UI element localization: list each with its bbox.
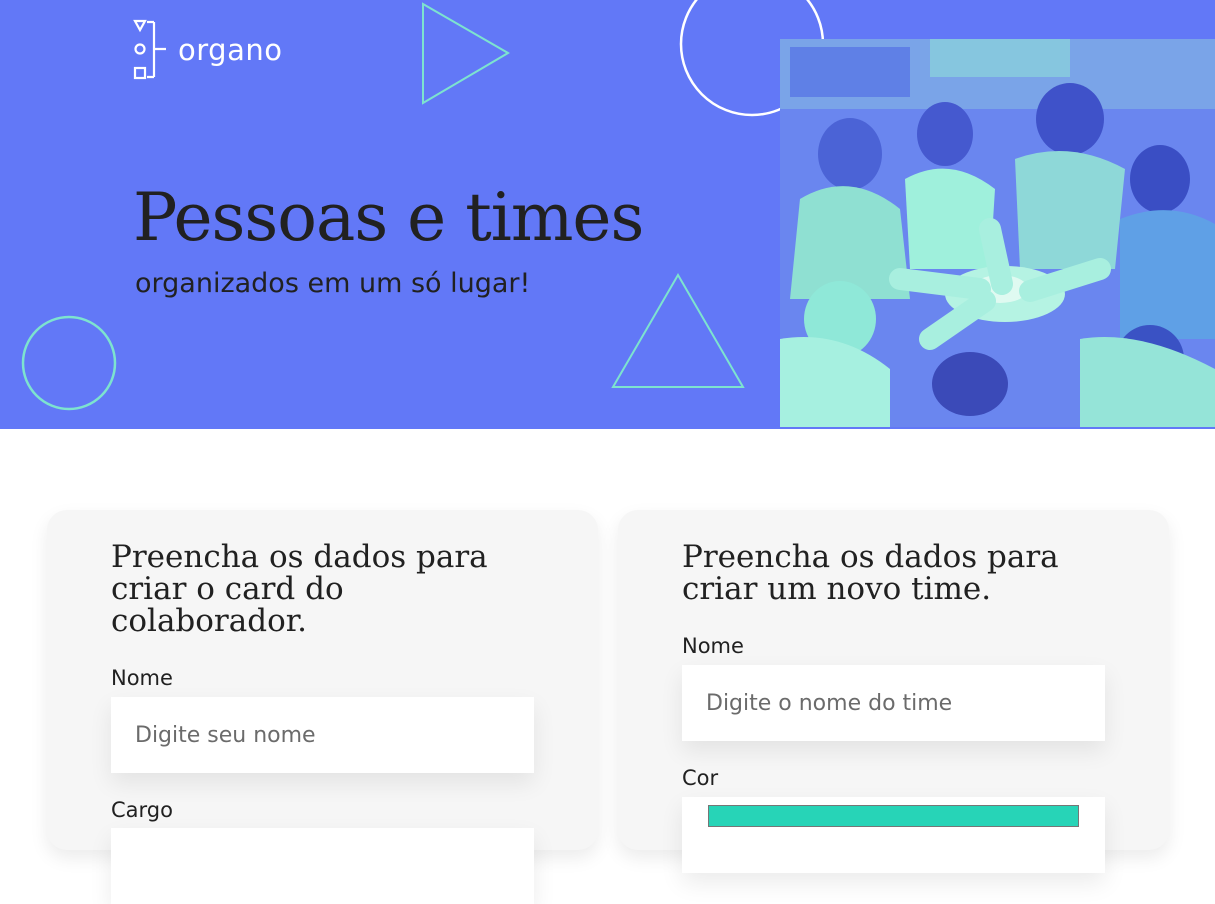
logo-text: organo (178, 33, 283, 67)
collaborator-form-title-line: Preencha os dados para (111, 539, 488, 575)
name-label: Nome (111, 666, 173, 690)
team-form-card: Preencha os dados para criar um novo tim… (618, 510, 1169, 873)
triangle-up-decoration (611, 273, 745, 388)
team-name-input[interactable] (682, 665, 1105, 741)
role-input[interactable] (111, 828, 534, 904)
hero-subtitle: organizados em um só lugar! (135, 268, 531, 299)
hero-title: Pessoas e times (133, 179, 644, 256)
team-hands-photo (780, 39, 1215, 427)
color-picker[interactable] (682, 797, 1105, 873)
organo-logo-icon (133, 19, 166, 80)
name-input[interactable] (111, 697, 534, 773)
banner: organo Pessoas e times organizados em um… (0, 0, 1215, 429)
team-form-title-line: criar um novo time. (682, 571, 992, 607)
collaborator-form-card: Preencha os dados para criar o card do c… (47, 510, 598, 904)
color-label: Cor (682, 766, 719, 790)
triangle-outline-decoration (422, 2, 510, 105)
team-form-title-line: Preencha os dados para (682, 539, 1059, 575)
collaborator-form-title-line: criar o card do (111, 571, 344, 607)
team-name-label: Nome (682, 634, 744, 658)
color-swatch[interactable] (708, 805, 1079, 827)
circle-outline-decoration-teal (21, 315, 117, 411)
logo: organo (132, 18, 282, 82)
role-label: Cargo (111, 798, 173, 822)
team-form-title: Preencha os dados para criar um novo tim… (682, 541, 1059, 605)
collaborator-form-title: Preencha os dados para criar o card do c… (111, 541, 488, 637)
collaborator-form-title-line: colaborador. (111, 603, 308, 639)
